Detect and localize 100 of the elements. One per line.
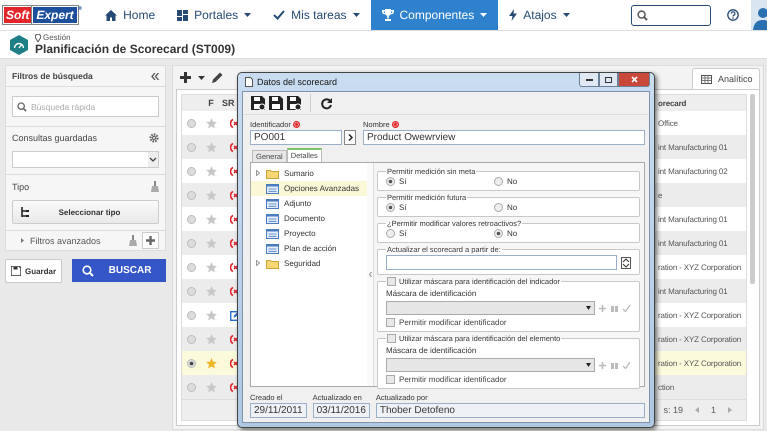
tree-item[interactable]: Opciones Avanzadas [251, 181, 367, 196]
checkbox[interactable] [387, 277, 396, 286]
tree-item[interactable]: Seguridad [251, 256, 367, 271]
star-icon[interactable] [206, 382, 216, 392]
identifier-field[interactable]: PO001 [250, 130, 342, 145]
maximize-button[interactable] [599, 73, 618, 87]
star-icon[interactable] [206, 310, 216, 320]
breadcrumb[interactable]: Gestión [43, 33, 71, 42]
radio-button[interactable] [187, 334, 196, 344]
saved-query-select[interactable] [12, 151, 159, 168]
save-close-icon[interactable] [287, 96, 301, 110]
tree-item[interactable]: Proyecto [251, 226, 367, 241]
radio-button[interactable] [494, 177, 503, 186]
pencil-icon[interactable] [212, 72, 223, 83]
column-header[interactable]: F [201, 98, 221, 108]
radio-button[interactable] [187, 358, 196, 368]
radio-button[interactable] [494, 203, 503, 212]
radio-button[interactable] [187, 286, 196, 296]
radio-button[interactable] [386, 203, 395, 212]
radio-option[interactable]: Sí [386, 203, 494, 212]
search-field[interactable] [631, 4, 711, 26]
radio-button[interactable] [187, 382, 196, 392]
check-icon[interactable] [622, 360, 631, 370]
checkbox[interactable] [387, 334, 396, 343]
checkbox-label: Permitir modificar identificador [399, 318, 507, 327]
radio-option[interactable]: No [494, 229, 631, 238]
expand-icon[interactable] [256, 170, 260, 176]
radio-button[interactable] [187, 238, 196, 248]
radio-button[interactable] [386, 177, 395, 186]
refresh-icon[interactable] [320, 96, 333, 110]
save-icon[interactable] [269, 96, 283, 110]
radio-button[interactable] [187, 190, 196, 200]
star-icon[interactable] [206, 334, 216, 344]
tree-item[interactable]: Adjunto [251, 196, 367, 211]
search-button[interactable]: BUSCAR [72, 259, 166, 282]
radio-button[interactable] [187, 142, 196, 152]
radio-option[interactable]: No [494, 177, 631, 186]
checkbox[interactable] [386, 318, 395, 327]
nav-menu-item[interactable]: Home [94, 0, 166, 30]
radio-option[interactable]: Sí [386, 229, 494, 238]
star-icon[interactable] [206, 214, 216, 224]
star-icon[interactable] [206, 262, 216, 272]
save-new-icon[interactable] [251, 96, 265, 110]
radio-button[interactable] [187, 214, 196, 224]
user-avatar[interactable] [751, 0, 767, 30]
section-label: Consultas guardadas [12, 133, 98, 143]
broom-icon[interactable] [151, 181, 159, 192]
expand-icon[interactable] [256, 260, 260, 266]
expand-icon[interactable] [20, 238, 25, 243]
advanced-filters-toggle[interactable]: Filtros avanzados [30, 236, 124, 246]
page-number[interactable]: 1 [710, 405, 716, 415]
close-button[interactable] [618, 73, 650, 87]
previous-page-icon[interactable] [694, 407, 699, 413]
radio-button[interactable] [187, 118, 196, 128]
mask-select[interactable] [386, 301, 595, 315]
mask-select[interactable] [386, 358, 595, 372]
nav-menu-item[interactable]: Componentes [370, 0, 498, 30]
star-icon[interactable] [206, 166, 216, 176]
spinner-icon[interactable] [621, 256, 631, 268]
broom-icon[interactable] [129, 235, 137, 246]
table-cell-text: ration - XYZ Corporation [657, 334, 742, 344]
help-icon[interactable] [727, 9, 739, 21]
nav-menu-item[interactable]: Atajos [498, 0, 581, 30]
plus-icon[interactable] [180, 72, 191, 83]
next-page-icon[interactable] [728, 407, 732, 413]
collapse-icon[interactable] [368, 272, 372, 277]
tree-item[interactable]: Sumario [251, 166, 367, 181]
analytic-view-tab[interactable]: Analítico [692, 68, 760, 89]
star-icon[interactable] [206, 286, 216, 296]
radio-button[interactable] [386, 229, 395, 238]
date-field[interactable] [386, 255, 617, 270]
save-button[interactable]: Guardar [5, 259, 62, 283]
arrow-button[interactable] [344, 130, 356, 145]
nav-menu-item[interactable]: Mis tareas [262, 0, 371, 30]
add-button[interactable] [142, 232, 159, 249]
radio-option[interactable]: Sí [386, 177, 494, 186]
radio-button[interactable] [187, 166, 196, 176]
minimize-button[interactable] [579, 73, 599, 87]
star-icon[interactable] [206, 118, 216, 128]
tree-item[interactable]: Plan de acción [251, 241, 367, 256]
name-field[interactable]: Product Owewrview [363, 130, 645, 145]
collapse-icon[interactable] [151, 72, 159, 80]
radio-button[interactable] [187, 310, 196, 320]
column-header[interactable]: orecard [656, 98, 746, 108]
nav-menu-item[interactable]: Portales [166, 0, 262, 30]
star-icon[interactable] [206, 238, 216, 248]
table-cell-text: int Manufacturing 01 [657, 142, 728, 152]
checkbox[interactable] [386, 375, 395, 384]
gear-icon[interactable] [149, 133, 159, 143]
radio-button[interactable] [187, 262, 196, 272]
table-cell-text: ction [657, 382, 676, 392]
tree-item[interactable]: Documento [251, 211, 367, 226]
select-type-button[interactable]: Seleccionar tipo [12, 200, 159, 224]
radio-option[interactable]: No [494, 203, 631, 212]
folder-icon [266, 258, 279, 268]
star-icon[interactable] [206, 190, 216, 200]
radio-button[interactable] [494, 229, 503, 238]
check-icon[interactable] [622, 304, 631, 312]
star-icon[interactable] [206, 358, 216, 368]
star-icon[interactable] [206, 142, 216, 152]
